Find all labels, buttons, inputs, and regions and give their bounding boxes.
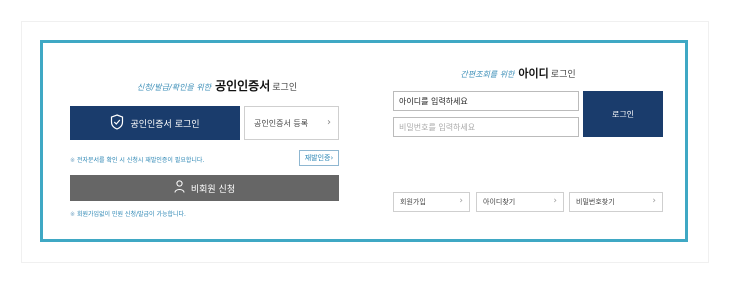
chevron-right-icon: › <box>459 196 463 206</box>
title-prefix: 신청/발급/확인을 위한 <box>136 83 212 92</box>
title-main: 아이디 <box>518 67 549 80</box>
shield-check-icon <box>110 113 124 133</box>
password-input-placeholder: 비밀번호를 입력하세요 <box>399 122 476 132</box>
id-login-title: 간편조회를 위한 아이디 로그인 <box>383 62 653 81</box>
note-marker: ※ <box>70 211 76 218</box>
nonmember-apply-button[interactable]: 비회원 신청 <box>70 175 339 201</box>
chevron-right-icon: › <box>330 154 334 162</box>
certificate-login-button[interactable]: 공인인증서 로그인 <box>70 106 240 140</box>
id-login-button[interactable]: 로그인 <box>583 91 663 137</box>
chevron-right-icon: › <box>327 117 331 128</box>
certificate-login-label: 공인인증서 로그인 <box>130 119 200 130</box>
id-login-label: 로그인 <box>611 109 635 119</box>
person-icon <box>174 180 185 196</box>
login-frame: 신청/발급/확인을 위한 공인인증서 로그인 공인인증서 로그인 공인인증서 등록 … <box>40 40 688 242</box>
nonmember-apply-label: 비회원 신청 <box>190 184 236 195</box>
id-input[interactable]: 아이디를 입력하세요 <box>393 91 579 111</box>
note-marker: ※ <box>70 157 76 164</box>
chevron-right-icon: › <box>553 196 557 206</box>
certificate-note: ※ 전자문서를 확인 시 신청시 재발인증이 필요합니다. <box>70 155 204 164</box>
find-password-label: 비밀번호찾기 <box>576 198 615 206</box>
password-input[interactable]: 비밀번호를 입력하세요 <box>393 117 579 137</box>
title-suffix: 로그인 <box>272 83 298 93</box>
reauth-guide-label: 재발인증 <box>304 154 331 162</box>
join-button[interactable]: 회원가입 › <box>393 192 470 212</box>
join-label: 회원가입 <box>400 198 426 206</box>
reauth-guide-button[interactable]: 재발인증 › <box>299 150 339 166</box>
certificate-note-text: 전자문서를 확인 시 신청시 재발인증이 필요합니다. <box>76 157 205 164</box>
chevron-right-icon: › <box>652 196 656 206</box>
find-id-label: 아이디찾기 <box>483 198 516 206</box>
certificate-login-title: 신청/발급/확인을 위한 공인인증서 로그인 <box>120 77 314 94</box>
certificate-register-button[interactable]: 공인인증서 등록 › <box>244 106 339 140</box>
id-input-placeholder: 아이디를 입력하세요 <box>399 96 468 106</box>
find-password-button[interactable]: 비밀번호찾기 › <box>569 192 663 212</box>
title-main: 공인인증서 <box>215 79 271 93</box>
title-prefix: 간편조회를 위한 <box>460 70 515 79</box>
certificate-register-label: 공인인증서 등록 <box>254 118 309 128</box>
member-note: ※ 회원가입없이 민원 신청/발급이 가능합니다. <box>70 209 186 218</box>
member-note-text: 회원가입없이 민원 신청/발급이 가능합니다. <box>76 211 186 218</box>
find-id-button[interactable]: 아이디찾기 › <box>476 192 564 212</box>
title-suffix: 로그인 <box>550 70 576 80</box>
